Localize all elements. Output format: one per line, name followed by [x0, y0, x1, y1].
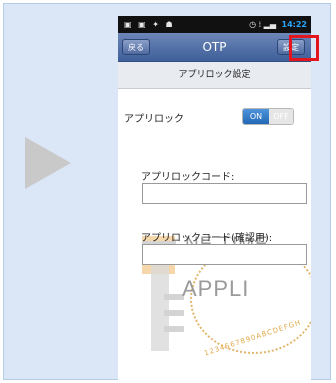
status-right-icons: ◷ ⁞ ▂▄	[249, 20, 276, 29]
app-lock-toggle[interactable]: ON OFF	[242, 108, 294, 125]
confirm-code-label: アプリロックコード(確認用):	[141, 233, 273, 244]
toggle-on-option[interactable]: ON	[243, 109, 269, 124]
status-bar: ▣ ▣ ✦ ☗ ◷ ⁞ ▂▄ 14:22	[118, 16, 311, 33]
section-header: アプリロック設定	[118, 62, 311, 89]
title-bar: 戻る OTP 設定	[118, 33, 311, 62]
status-right-area: ◷ ⁞ ▂▄ 14:22	[249, 16, 307, 33]
key-tooth-icon	[164, 310, 184, 316]
lock-code-input[interactable]	[142, 183, 307, 204]
status-time: 14:22	[281, 20, 307, 29]
watermark-line-2: APPLI	[182, 276, 250, 301]
settings-highlight-box	[289, 35, 319, 61]
app-lock-label: アプリロック	[124, 114, 184, 125]
key-tooth-icon	[164, 326, 184, 332]
phone-screen: ▣ ▣ ✦ ☗ ◷ ⁞ ▂▄ 14:22 戻る OTP 設定 アプリロック設定 …	[118, 16, 311, 383]
lock-code-label: アプリロックコード:	[141, 172, 235, 183]
confirm-code-input[interactable]	[142, 244, 307, 265]
key-tooth-icon	[164, 294, 184, 300]
status-left-icons: ▣ ▣ ✦ ☗	[124, 20, 175, 29]
play-arrow-icon	[25, 137, 71, 189]
toggle-off-option[interactable]: OFF	[269, 109, 293, 124]
